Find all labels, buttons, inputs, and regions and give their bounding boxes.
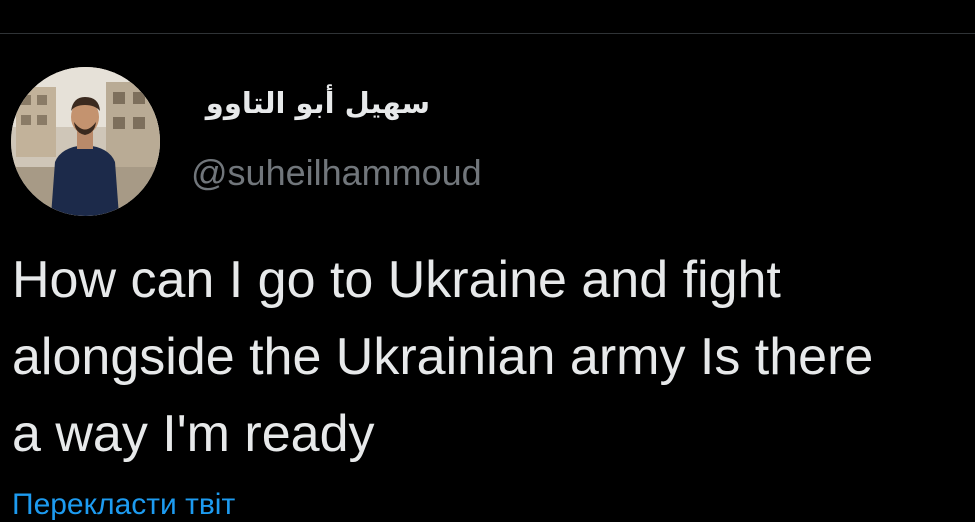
tweet-text-line: a way I'm ready [12, 405, 375, 463]
top-divider [0, 33, 975, 34]
avatar-photo-icon [11, 67, 160, 216]
translate-tweet-link[interactable]: Перекласти твіт [12, 488, 235, 522]
tweet-text: How can I go to Ukraine and fight alongs… [12, 242, 975, 473]
display-name[interactable]: سهيل أبو التاوو [190, 86, 430, 120]
avatar[interactable] [11, 67, 160, 216]
tweet-text-line: alongside the Ukrainian army Is there [12, 328, 874, 386]
user-handle[interactable]: @suheilhammoud [191, 152, 482, 194]
tweet-text-line: How can I go to Ukraine and fight [12, 251, 781, 309]
